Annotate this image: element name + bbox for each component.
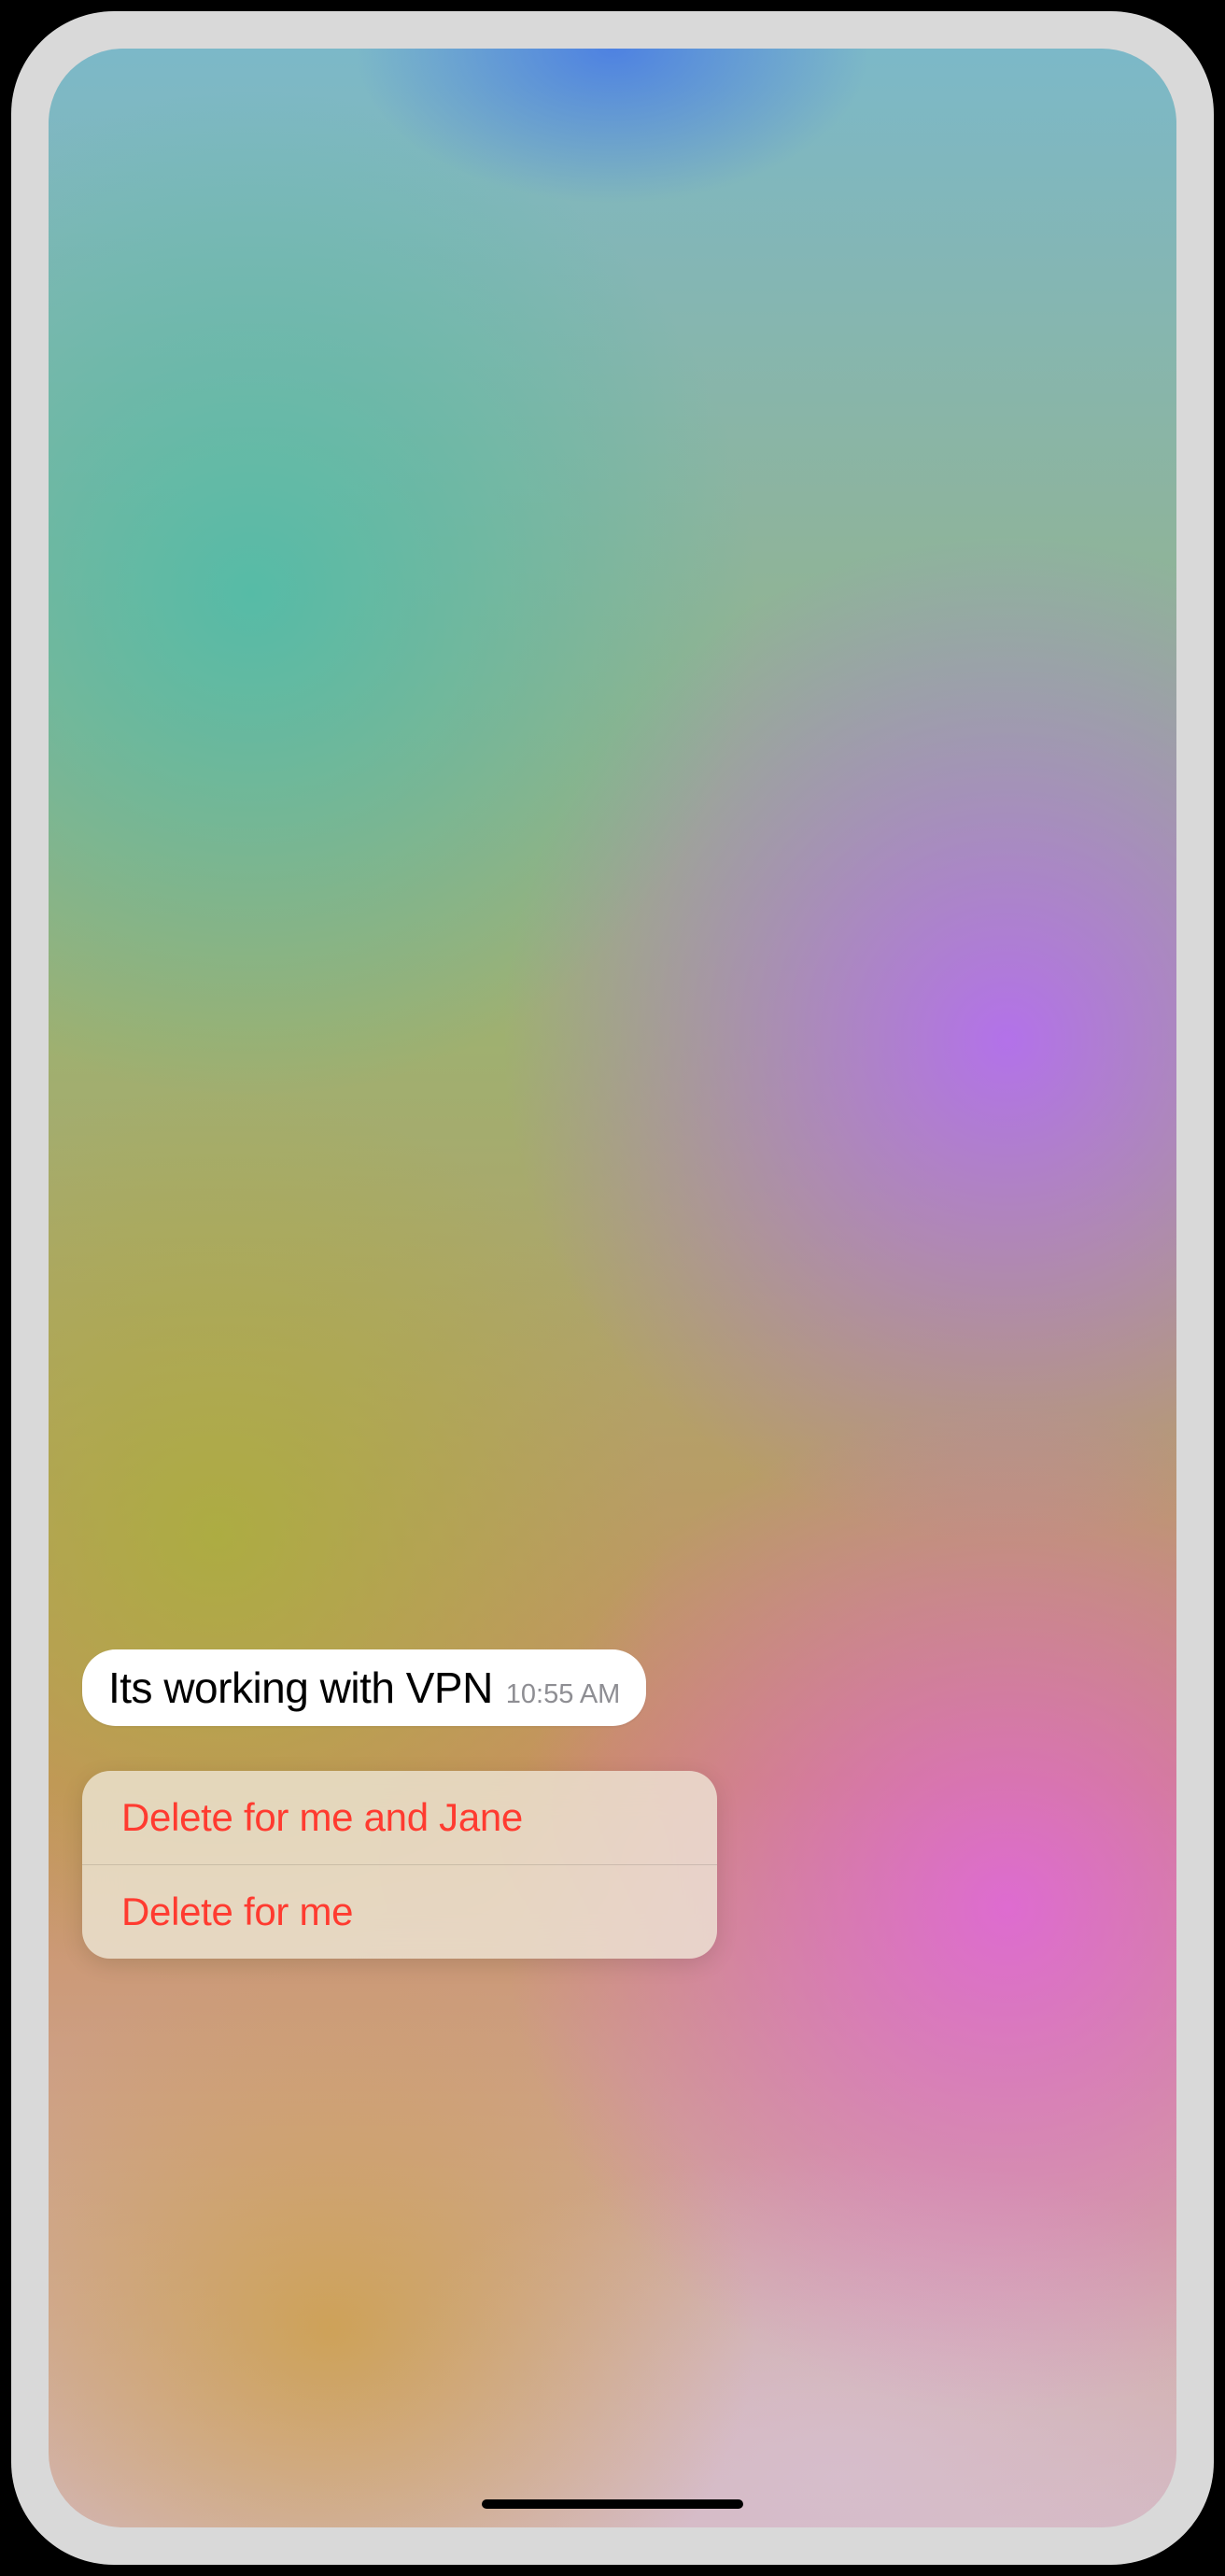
message-bubble[interactable]: Its working with VPN 10:55 AM — [82, 1649, 646, 1726]
message-text: Its working with VPN — [108, 1663, 493, 1713]
delete-for-both-button[interactable]: Delete for me and Jane — [82, 1771, 717, 1864]
message-timestamp: 10:55 AM — [506, 1679, 621, 1710]
device-frame: Its working with VPN 10:55 AM Delete for… — [11, 11, 1214, 2565]
home-indicator[interactable] — [482, 2499, 743, 2509]
screen: Its working with VPN 10:55 AM Delete for… — [49, 49, 1176, 2527]
delete-for-me-button[interactable]: Delete for me — [82, 1865, 717, 1959]
context-menu: Delete for me and Jane Delete for me — [82, 1771, 717, 1959]
